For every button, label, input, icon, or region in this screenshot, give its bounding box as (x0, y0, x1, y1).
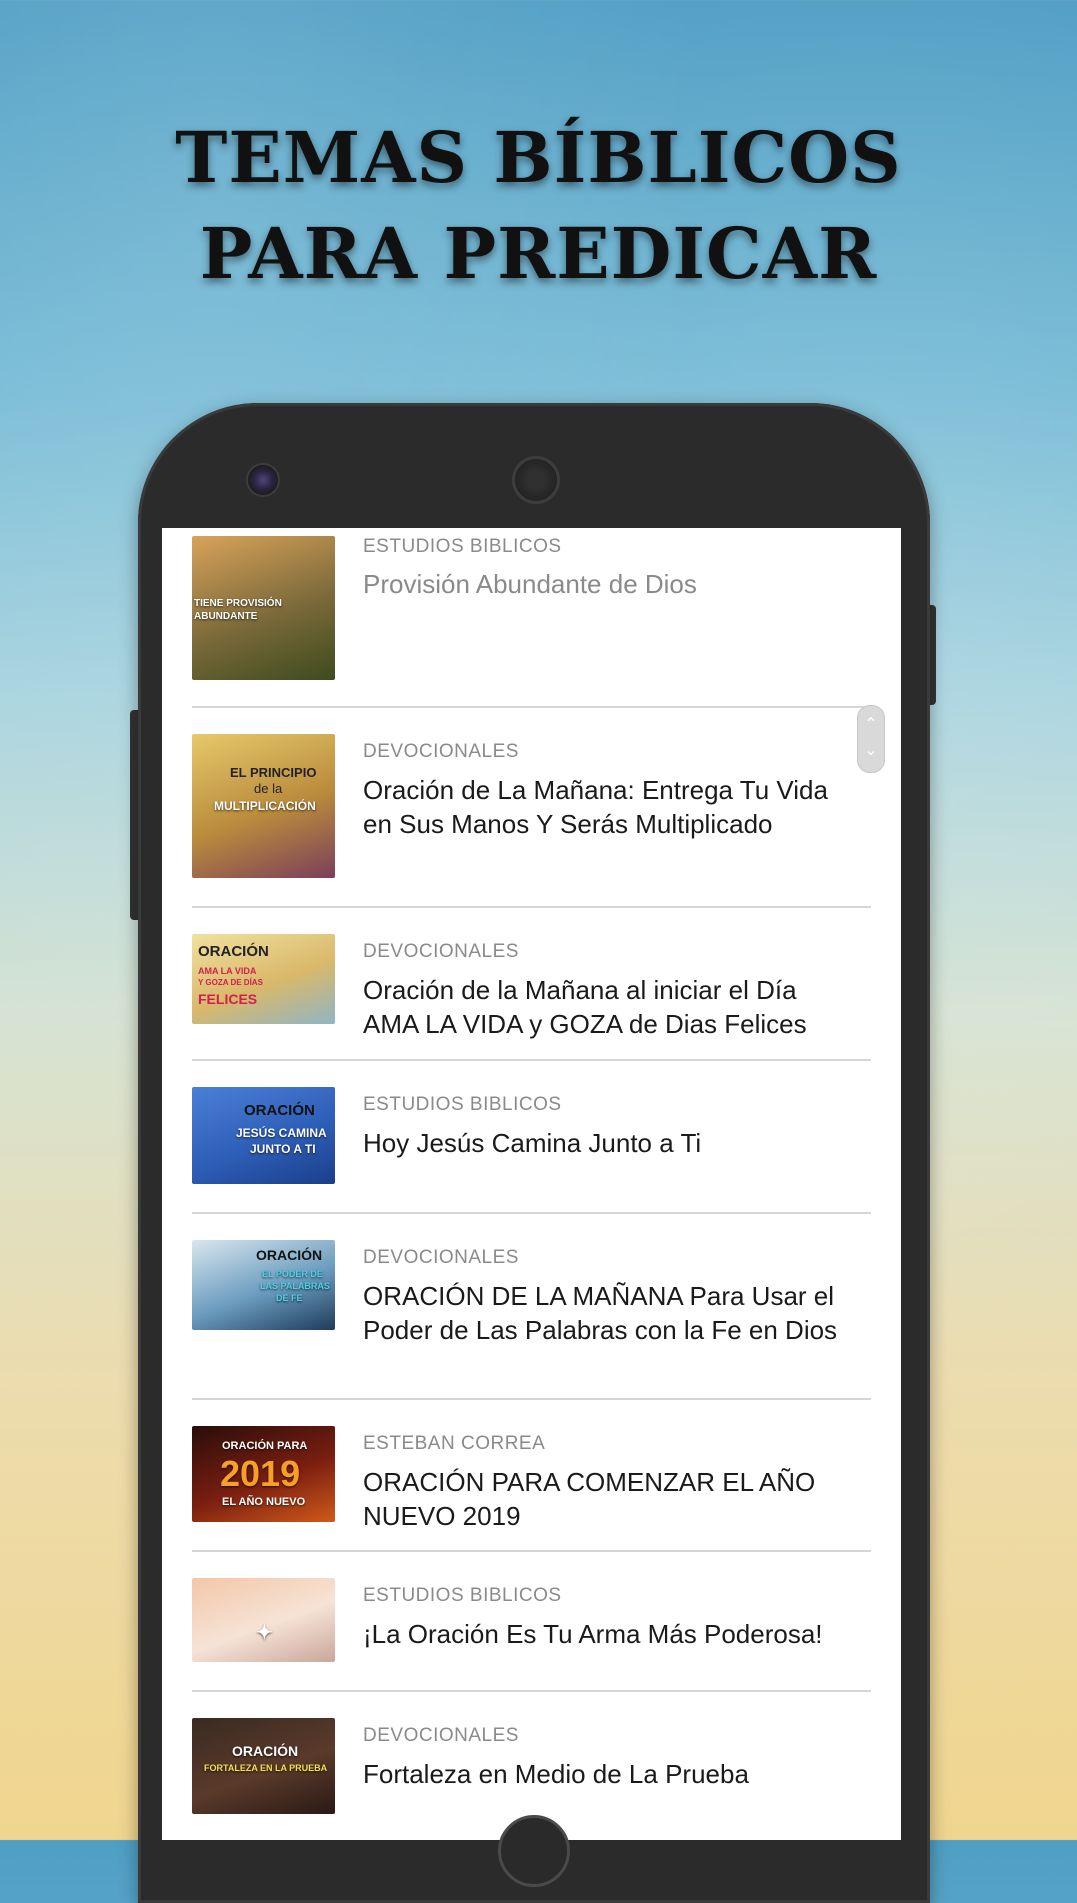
scroll-down-icon: ⌄ (864, 740, 878, 759)
thumbnail-text: 2019 (220, 1453, 301, 1494)
thumbnail-text: ABUNDANTE (194, 611, 258, 622)
thumbnail-text: TIENE PROVISIÓN (194, 598, 282, 609)
thumbnail-text: FORTALEZA EN LA PRUEBA (204, 1763, 328, 1773)
list-item[interactable]: TIENE PROVISIÓN ABUNDANTE ESTUDIOS BIBLI… (162, 528, 871, 706)
thumbnail-text: DE FE (276, 1293, 303, 1303)
article-category: ESTUDIOS BIBLICOS (363, 1585, 562, 1606)
article-list: TIENE PROVISIÓN ABUNDANTE ESTUDIOS BIBLI… (162, 528, 901, 1840)
fast-scroll-handle[interactable]: ⌃ ⌄ (857, 705, 885, 773)
article-title: Oración de La Mañana: Entrega Tu Vida en… (363, 775, 828, 839)
article-category: ESTEBAN CORREA (363, 1433, 546, 1454)
article-title: ¡La Oración Es Tu Arma Más Poderosa! (363, 1619, 823, 1649)
thumbnail-text: ORACIÓN (256, 1247, 323, 1263)
home-button[interactable] (498, 1815, 570, 1887)
thumbnail-text: EL AÑO NUEVO (222, 1496, 306, 1508)
article-thumbnail: ORACIÓN JESÚS CAMINA JUNTO A TI (192, 1087, 335, 1184)
article-thumbnail: ORACIÓN PARA 2019 EL AÑO NUEVO (192, 1426, 335, 1522)
thumbnail-text: ORACIÓN (198, 943, 269, 960)
article-title: ORACIÓN DE LA MAÑANA Para Usar el Poder … (363, 1281, 838, 1345)
article-thumbnail: ORACIÓN AMA LA VIDA Y GOZA DE DÍAS FELIC… (192, 934, 335, 1024)
list-item[interactable]: ORACIÓN EL PODER DE LAS PALABRAS DE FE D… (162, 1214, 871, 1398)
thumbnail-text: EL PRINCIPIO (230, 765, 317, 780)
thumbnail-text: ORACIÓN PARA (222, 1440, 308, 1452)
article-category: DEVOCIONALES (363, 1247, 519, 1268)
thumbnail-text: de la (254, 781, 283, 796)
thumbnail-text: FELICES (198, 991, 258, 1007)
thumbnail-text: JESÚS CAMINA (236, 1126, 327, 1140)
list-item[interactable]: ORACIÓN FORTALEZA EN LA PRUEBA DEVOCIONA… (162, 1692, 871, 1840)
list-item[interactable]: ORACIÓN PARA 2019 EL AÑO NUEVO ESTEBAN C… (162, 1400, 871, 1550)
list-item[interactable]: ORACIÓN AMA LA VIDA Y GOZA DE DÍAS FELIC… (162, 908, 871, 1059)
thumbnail-text: LAS PALABRAS (260, 1281, 330, 1291)
thumbnail-text: AMA LA VIDA (198, 966, 257, 976)
camera-icon (246, 463, 280, 497)
article-title: Provisión Abundante de Dios (363, 569, 697, 599)
person-figure: ✦ (256, 1622, 273, 1644)
thumbnail-text: MULTIPLICACIÓN (214, 799, 316, 813)
article-thumbnail: ✦ (192, 1578, 335, 1662)
article-thumbnail: ORACIÓN FORTALEZA EN LA PRUEBA (192, 1718, 335, 1814)
thumbnail-text: EL PODER DE (262, 1269, 323, 1279)
thumbnail-text: JUNTO A TI (250, 1142, 316, 1156)
article-category: ESTUDIOS BIBLICOS (363, 1094, 562, 1115)
title-line-2: PARA PREDICAR (199, 212, 878, 295)
phone-screen: TIENE PROVISIÓN ABUNDANTE ESTUDIOS BIBLI… (162, 528, 901, 1840)
article-category: DEVOCIONALES (363, 941, 519, 962)
thumbnail-text: ORACIÓN (244, 1102, 315, 1119)
article-title: Oración de la Mañana al iniciar el Día A… (363, 975, 807, 1039)
article-category: DEVOCIONALES (363, 1725, 519, 1746)
speaker-icon (512, 456, 560, 504)
article-thumbnail: EL PRINCIPIO de la MULTIPLICACIÓN (192, 734, 335, 878)
article-category: ESTUDIOS BIBLICOS (363, 536, 562, 557)
thumbnail-text: Y GOZA DE DÍAS (198, 978, 263, 987)
list-item[interactable]: EL PRINCIPIO de la MULTIPLICACIÓN DEVOCI… (162, 708, 871, 906)
thumbnail-text: ORACIÓN (232, 1743, 299, 1759)
list-item[interactable]: ✦ ESTUDIOS BIBLICOS ¡La Oración Es Tu Ar… (162, 1552, 871, 1690)
article-thumbnail: ORACIÓN EL PODER DE LAS PALABRAS DE FE (192, 1240, 335, 1330)
title-line-1: TEMAS BÍBLICOS (175, 116, 902, 199)
scroll-up-icon: ⌃ (864, 714, 878, 733)
list-item[interactable]: ORACIÓN JESÚS CAMINA JUNTO A TI ESTUDIOS… (162, 1061, 871, 1212)
article-category: DEVOCIONALES (363, 741, 519, 762)
article-thumbnail: TIENE PROVISIÓN ABUNDANTE (192, 536, 335, 680)
article-title: Fortaleza en Medio de La Prueba (363, 1759, 749, 1789)
page-title: TEMAS BÍBLICOS PARA PREDICAR (0, 110, 1077, 302)
article-title: Hoy Jesús Camina Junto a Ti (363, 1128, 702, 1158)
article-title: ORACIÓN PARA COMENZAR EL AÑO NUEVO 2019 (363, 1467, 816, 1531)
